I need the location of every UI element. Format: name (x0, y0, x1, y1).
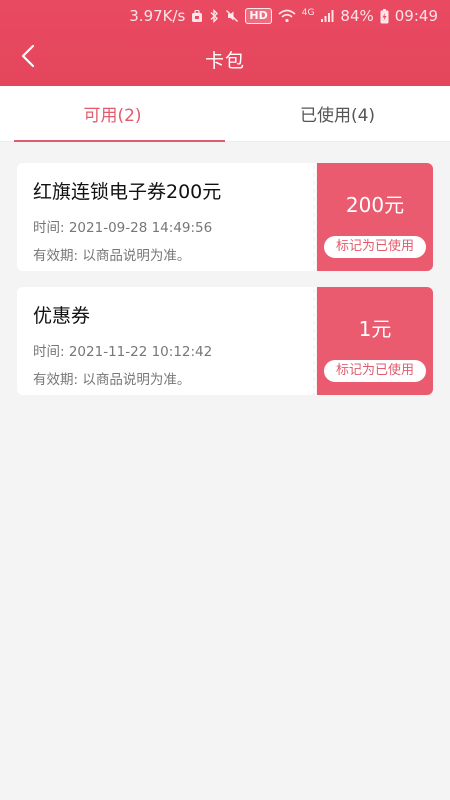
coupon-card[interactable]: 红旗连锁电子券200元 时间: 2021-09-28 14:49:56 有效期:… (17, 163, 433, 271)
hd-badge: HD (245, 8, 272, 24)
bluetooth-icon (209, 9, 219, 23)
coupon-value-panel: 1元 标记为已使用 (313, 287, 433, 395)
battery-icon (380, 8, 389, 24)
coupon-card[interactable]: 优惠券 时间: 2021-11-22 10:12:42 有效期: 以商品说明为准… (17, 287, 433, 395)
app-header: 3.97K/s HD 4G 84% 09:49 卡包 (0, 0, 450, 86)
coupon-title: 优惠券 (33, 305, 91, 327)
signal-icon (320, 9, 334, 23)
mute-icon (225, 9, 239, 23)
active-tab-indicator (14, 140, 225, 142)
coupon-list: 红旗连锁电子券200元 时间: 2021-09-28 14:49:56 有效期:… (17, 163, 433, 411)
coupon-title: 红旗连锁电子券200元 (33, 181, 222, 203)
mark-used-button[interactable]: 标记为已使用 (323, 360, 426, 382)
network-type: 4G (301, 8, 315, 18)
tab-available[interactable]: 可用(2) (0, 86, 225, 142)
coupon-info: 红旗连锁电子券200元 时间: 2021-09-28 14:49:56 有效期:… (17, 163, 316, 271)
tab-used-label: 已使用(4) (299, 106, 376, 126)
coupon-validity: 有效期: 以商品说明为准。 (33, 372, 191, 388)
notification-app-icon (191, 9, 203, 23)
tab-bar: 可用(2) 已使用(4) (0, 86, 450, 142)
tab-available-label: 可用(2) (83, 106, 142, 126)
page-title: 卡包 (204, 49, 245, 72)
network-speed: 3.97K/s (129, 7, 186, 25)
tab-used[interactable]: 已使用(4) (225, 86, 450, 141)
battery-percent: 84% (340, 7, 374, 25)
coupon-value-panel: 200元 标记为已使用 (313, 163, 433, 271)
back-arrow-icon (21, 44, 35, 72)
coupon-time: 时间: 2021-11-22 10:12:42 (33, 344, 213, 360)
status-bar: 3.97K/s HD 4G 84% 09:49 (0, 0, 450, 32)
coupon-validity: 有效期: 以商品说明为准。 (33, 248, 191, 264)
coupon-amount: 1元 (358, 317, 392, 341)
wifi-icon (278, 9, 296, 23)
mark-used-button[interactable]: 标记为已使用 (323, 236, 426, 258)
clock: 09:49 (394, 7, 438, 25)
coupon-amount: 200元 (345, 193, 405, 217)
navbar: 卡包 (0, 32, 450, 86)
back-button[interactable] (8, 38, 48, 78)
coupon-info: 优惠券 时间: 2021-11-22 10:12:42 有效期: 以商品说明为准… (17, 287, 316, 395)
coupon-time: 时间: 2021-09-28 14:49:56 (33, 220, 213, 236)
